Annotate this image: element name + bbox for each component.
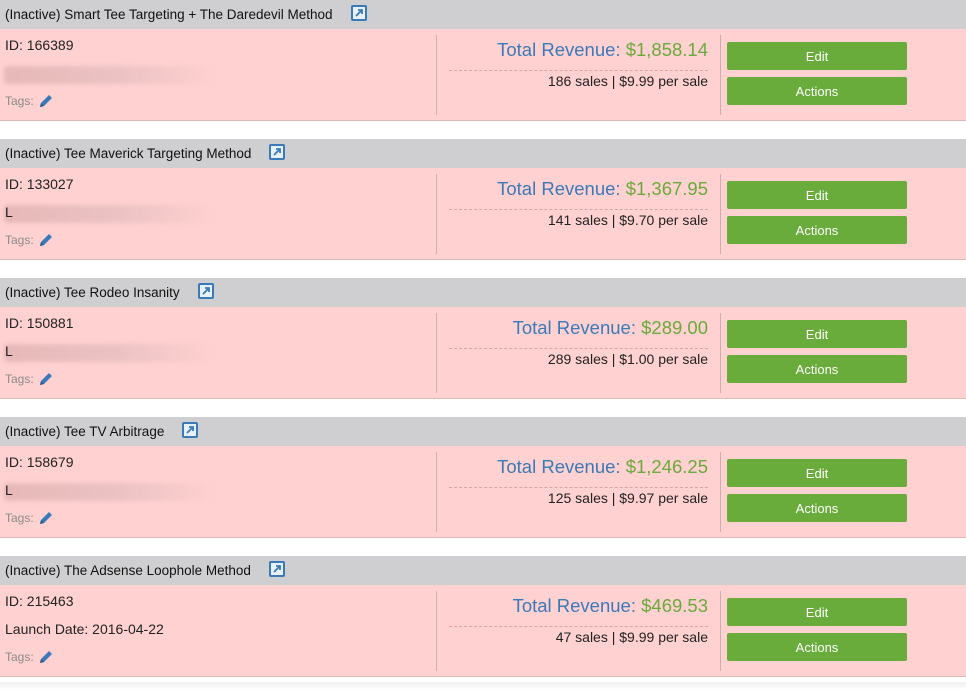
product-header: (Inactive) The Adsense Loophole Method [0, 556, 966, 585]
dotted-separator [449, 209, 708, 210]
product-title[interactable]: (Inactive) Tee Maverick Targeting Method [5, 146, 251, 161]
pencil-icon[interactable] [38, 371, 54, 387]
total-revenue-label: Total Revenue: [512, 317, 642, 338]
edit-button[interactable]: Edit [727, 181, 907, 209]
total-revenue-label: Total Revenue: [497, 39, 626, 60]
sales-summary: 47 sales | $9.99 per sale [555, 629, 708, 645]
tags-label: Tags: [5, 94, 34, 108]
divider [720, 35, 721, 115]
tags-label: Tags: [5, 650, 34, 664]
product-body: ID: 215463 Launch Date: 2016-04-22 Tags:… [0, 585, 966, 677]
total-revenue-amount: $1,246.25 [625, 456, 708, 477]
divider [720, 174, 721, 254]
dotted-separator [449, 348, 708, 349]
total-revenue: Total Revenue: $289.00 [513, 317, 708, 339]
external-link-icon[interactable] [350, 5, 367, 21]
external-link-icon[interactable] [182, 422, 199, 438]
edit-button[interactable]: Edit [727, 459, 907, 487]
product-id: ID: 166389 [5, 37, 74, 53]
divider [436, 591, 437, 671]
divider [436, 35, 437, 115]
total-revenue: Total Revenue: $1,367.95 [497, 178, 708, 200]
product-detail-line: L [5, 204, 13, 220]
product-header: (Inactive) Tee Maverick Targeting Method [0, 139, 966, 168]
product-id: ID: 158679 [5, 454, 74, 470]
product-title[interactable]: (Inactive) Smart Tee Targeting + The Dar… [5, 7, 333, 22]
actions-button[interactable]: Actions [727, 494, 907, 522]
pencil-icon[interactable] [38, 510, 54, 526]
divider [720, 452, 721, 532]
total-revenue-amount: $1,858.14 [625, 39, 708, 60]
product-header: (Inactive) Tee Rodeo Insanity [0, 278, 966, 307]
product-id: ID: 215463 [5, 593, 74, 609]
redacted-text [4, 66, 214, 84]
product-header: (Inactive) Tee TV Arbitrage [0, 417, 966, 446]
divider [720, 313, 721, 393]
total-revenue-label: Total Revenue: [497, 178, 626, 199]
redacted-text [4, 205, 214, 223]
external-link-icon[interactable] [197, 283, 214, 299]
launch-date: Launch Date: 2016-04-22 [5, 621, 164, 637]
total-revenue: Total Revenue: $469.53 [513, 595, 708, 617]
divider [720, 591, 721, 671]
product-detail-line: L [5, 482, 13, 498]
total-revenue-amount: $289.00 [641, 317, 708, 338]
actions-button[interactable]: Actions [727, 633, 907, 661]
total-revenue-label: Total Revenue: [512, 595, 642, 616]
tags-label: Tags: [5, 233, 34, 247]
sales-summary: 141 sales | $9.70 per sale [547, 212, 708, 228]
tags-row: Tags: [5, 371, 54, 387]
product-body: ID: 150881 L Tags: Total Revenue: $289.0… [0, 307, 966, 399]
dotted-separator [449, 626, 708, 627]
tags-label: Tags: [5, 372, 34, 386]
total-revenue-label: Total Revenue: [497, 456, 626, 477]
product-header: (Inactive) Smart Tee Targeting + The Dar… [0, 0, 966, 29]
edit-button[interactable]: Edit [727, 320, 907, 348]
dotted-separator [449, 70, 708, 71]
pencil-icon[interactable] [38, 649, 54, 665]
pencil-icon[interactable] [38, 232, 54, 248]
tags-label: Tags: [5, 511, 34, 525]
product-body: ID: 166389 Tags: Total Revenue: $1,858.1… [0, 29, 966, 121]
divider [436, 174, 437, 254]
product-title[interactable]: (Inactive) Tee TV Arbitrage [5, 424, 164, 439]
product-title[interactable]: (Inactive) The Adsense Loophole Method [5, 563, 251, 578]
redacted-text [4, 344, 214, 362]
external-link-icon[interactable] [268, 561, 285, 577]
tags-row: Tags: [5, 93, 54, 109]
total-revenue: Total Revenue: $1,246.25 [497, 456, 708, 478]
product-body: ID: 133027 L Tags: Total Revenue: $1,367… [0, 168, 966, 260]
tags-row: Tags: [5, 510, 54, 526]
total-revenue-amount: $469.53 [641, 595, 708, 616]
product-title[interactable]: (Inactive) Tee Rodeo Insanity [5, 285, 180, 300]
edit-button[interactable]: Edit [727, 42, 907, 70]
product-id: ID: 150881 [5, 315, 74, 331]
page-bottom-edge [0, 682, 966, 690]
sales-summary: 289 sales | $1.00 per sale [547, 351, 708, 367]
divider [436, 313, 437, 393]
sales-summary: 125 sales | $9.97 per sale [547, 490, 708, 506]
product-body: ID: 158679 L Tags: Total Revenue: $1,246… [0, 446, 966, 538]
divider [436, 452, 437, 532]
actions-button[interactable]: Actions [727, 216, 907, 244]
sales-summary: 186 sales | $9.99 per sale [547, 73, 708, 89]
product-id: ID: 133027 [5, 176, 74, 192]
total-revenue-amount: $1,367.95 [625, 178, 708, 199]
external-link-icon[interactable] [269, 144, 286, 160]
product-detail-line: L [5, 343, 13, 359]
dotted-separator [449, 487, 708, 488]
tags-row: Tags: [5, 232, 54, 248]
actions-button[interactable]: Actions [727, 77, 907, 105]
edit-button[interactable]: Edit [727, 598, 907, 626]
redacted-text [4, 483, 214, 501]
total-revenue: Total Revenue: $1,858.14 [497, 39, 708, 61]
pencil-icon[interactable] [38, 93, 54, 109]
actions-button[interactable]: Actions [727, 355, 907, 383]
tags-row: Tags: [5, 649, 54, 665]
